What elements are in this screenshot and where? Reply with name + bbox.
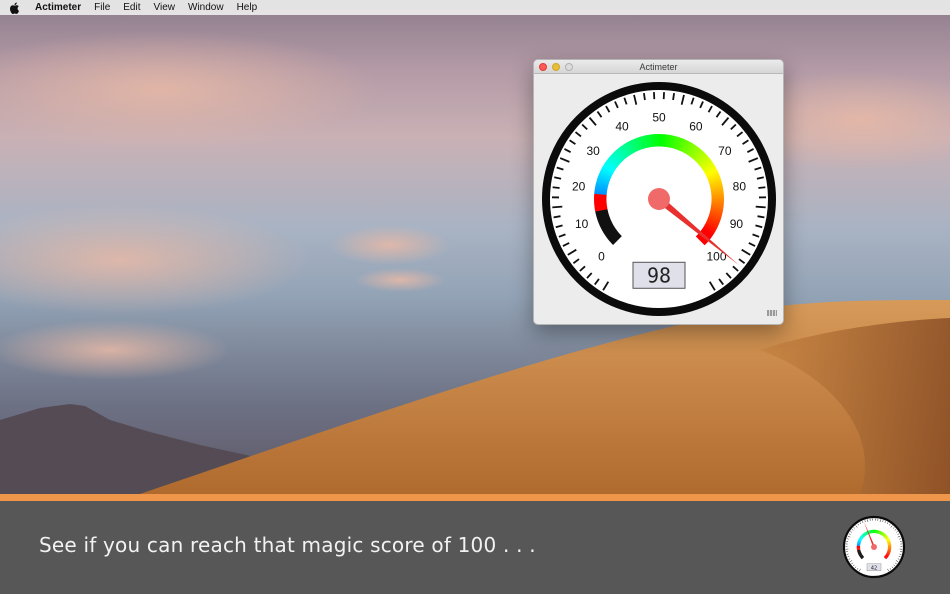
menu-help[interactable]: Help	[237, 2, 258, 13]
promo-tagline: See if you can reach that magic score of…	[39, 533, 536, 557]
gauge-scale-label: 30	[586, 144, 600, 158]
gauge-scale-label: 0	[598, 250, 605, 264]
menu-edit[interactable]: Edit	[123, 2, 140, 13]
gauge-scale-label: 10	[575, 217, 589, 231]
menu-window[interactable]: Window	[188, 2, 224, 13]
menu-file[interactable]: File	[94, 2, 110, 13]
gauge-readout-value: 98	[647, 264, 671, 288]
apple-icon[interactable]	[10, 1, 23, 14]
accent-stripe	[0, 494, 950, 501]
close-button[interactable]	[539, 63, 547, 71]
gauge-scale-label: 90	[730, 217, 744, 231]
gauge-readout-value: 42	[871, 565, 878, 571]
gauge-scale-label: 100	[707, 250, 727, 264]
menu-view[interactable]: View	[154, 2, 176, 13]
gauge-needle-hub	[648, 188, 670, 210]
window-title: Actimeter	[639, 61, 678, 72]
desktop-wallpaper	[0, 0, 950, 494]
activity-gauge: 0 10 20 30 40 50 60 70 80 90 100 98	[542, 82, 776, 316]
gauge-needle-hub	[871, 544, 877, 550]
gauge-scale-label: 20	[572, 179, 586, 193]
resize-grip-icon[interactable]	[767, 310, 777, 316]
gauge-panel: 0 10 20 30 40 50 60 70 80 90 100 98	[534, 74, 783, 324]
gauge-scale-label: 70	[718, 144, 732, 158]
gauge-scale-label: 80	[733, 179, 747, 193]
gauge-scale-label: 60	[689, 120, 703, 134]
minimize-button[interactable]	[552, 63, 560, 71]
menu-app-name[interactable]: Actimeter	[35, 2, 81, 13]
wallpaper-scene	[0, 30, 950, 494]
menu-bar: Actimeter File Edit View Window Help	[0, 0, 950, 15]
gauge-scale-label: 50	[652, 111, 666, 125]
window-titlebar[interactable]: Actimeter	[534, 60, 783, 74]
actimeter-window: Actimeter 0 10 20 30 40 50 60 70 80 90 100 98	[533, 59, 784, 325]
zoom-button[interactable]	[565, 63, 573, 71]
mini-gauge-icon: 42	[842, 515, 906, 579]
gauge-scale-label: 40	[615, 120, 629, 134]
